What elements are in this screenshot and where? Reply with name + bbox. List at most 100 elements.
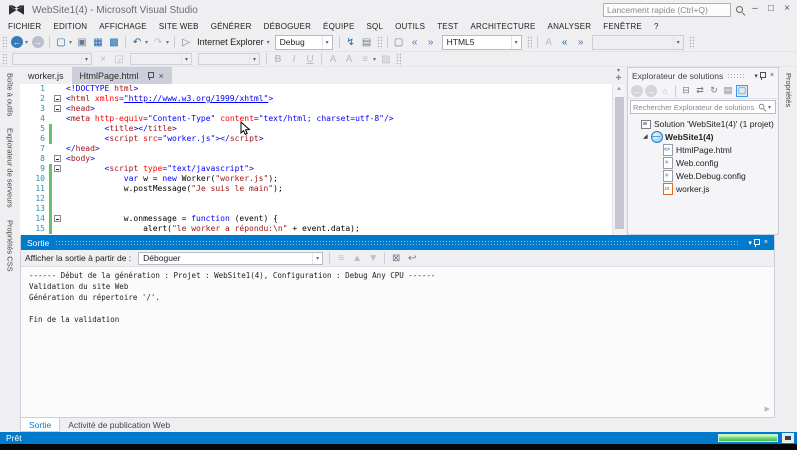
home-icon[interactable]: ⌂ xyxy=(659,85,671,97)
clear-all-icon[interactable]: ⊠ xyxy=(389,251,403,265)
pin-icon[interactable] xyxy=(752,238,760,248)
toolbar-grip[interactable] xyxy=(2,52,7,66)
tree-item-website1-4[interactable]: ◢ WebSite1(4) xyxy=(628,130,778,143)
search-icon[interactable] xyxy=(735,5,745,15)
menu-analyser[interactable]: ANALYSER xyxy=(542,22,598,31)
background-color-icon[interactable]: A xyxy=(342,52,356,66)
toolbar-grip[interactable] xyxy=(376,35,382,49)
editor-vertical-scrollbar[interactable]: ▲ xyxy=(612,84,625,235)
navigate-backward-tag-icon[interactable]: « xyxy=(408,35,422,49)
tree-item-web-config[interactable]: Web.config xyxy=(628,156,778,169)
code-editor[interactable]: 1 <!DOCTYPE html> 2 <html xmlns="http://www… xyxy=(20,84,612,235)
menu-outils[interactable]: OUTILS xyxy=(389,22,431,31)
tree-item-web-debug-config[interactable]: Web.Debug.config xyxy=(628,169,778,182)
menu-site-web[interactable]: SITE WEB xyxy=(153,22,205,31)
maximize-button[interactable]: □ xyxy=(763,0,779,18)
panel-tab-activit-de-publication-web[interactable]: Activité de publication Web xyxy=(60,418,178,432)
menu-g-n-rer[interactable]: GÉNÉRER xyxy=(205,22,258,31)
bold-icon[interactable]: B xyxy=(271,52,285,66)
tree-item-worker-js[interactable]: worker.js xyxy=(628,182,778,195)
add-item-icon[interactable]: ▣ xyxy=(75,35,89,49)
search-options-caret-icon[interactable]: ▾ xyxy=(768,104,771,111)
nav-back-icon[interactable]: ← xyxy=(11,36,23,48)
pin-icon[interactable] xyxy=(758,71,766,81)
fold-collapse-icon[interactable] xyxy=(54,155,61,162)
css-style-combo[interactable]: ▾ xyxy=(12,53,92,65)
surround-with-tag-icon[interactable]: « xyxy=(558,35,572,49)
menu-sql[interactable]: SQL xyxy=(360,22,389,31)
refresh-icon[interactable]: ↻ xyxy=(708,85,720,97)
se-forward-icon[interactable]: → xyxy=(645,84,657,97)
menu-architecture[interactable]: ARCHITECTURE xyxy=(464,22,541,31)
save-icon[interactable]: ▦ xyxy=(91,35,105,49)
attach-process-icon[interactable]: ↯ xyxy=(344,35,358,49)
menu-fichier[interactable]: FICHIER xyxy=(2,22,47,31)
next-message-icon[interactable]: ▼ xyxy=(366,251,380,265)
menu-test[interactable]: TEST xyxy=(431,22,464,31)
active-files-caret-icon[interactable]: ▾ xyxy=(617,67,620,74)
split-handle-icon[interactable]: ✚ xyxy=(616,74,622,82)
panel-tab-sortie[interactable]: Sortie xyxy=(20,418,61,432)
highlight-icon[interactable]: ▨ xyxy=(379,52,393,66)
dropdown-caret-icon[interactable]: ▾ xyxy=(267,39,270,46)
alignment-icon[interactable]: ≡ xyxy=(358,52,372,66)
find-message-icon[interactable]: ≡ xyxy=(334,251,348,265)
show-all-files-icon[interactable]: ▤ xyxy=(722,85,734,97)
expander-icon[interactable]: ◢ xyxy=(643,133,651,140)
clear-styles-icon[interactable]: × xyxy=(96,52,110,66)
italic-icon[interactable]: I xyxy=(287,52,301,66)
sync-active-document-icon[interactable]: ⇄ xyxy=(694,85,706,97)
dropdown-caret-icon[interactable]: ▾ xyxy=(373,56,376,63)
se-back-icon[interactable]: ← xyxy=(631,84,643,97)
close-icon[interactable]: × xyxy=(770,72,774,79)
tool-tab-bo-te-outils[interactable]: Boîte à outils xyxy=(4,67,17,122)
start-debug-icon[interactable]: ▷ xyxy=(179,35,193,49)
redo-icon[interactable]: ↷ xyxy=(151,35,165,49)
font-family-combo[interactable]: ▾ xyxy=(130,53,192,65)
menu-fen-tre[interactable]: FENÊTRE xyxy=(597,22,648,31)
toolbar-grip[interactable] xyxy=(2,35,7,49)
dropdown-caret-icon[interactable]: ▾ xyxy=(25,39,28,46)
word-wrap-icon[interactable]: ↩ xyxy=(405,251,419,265)
menu-affichage[interactable]: AFFICHAGE xyxy=(93,22,153,31)
format-document-icon[interactable]: A xyxy=(542,35,556,49)
navigate-forward-tag-icon[interactable]: » xyxy=(424,35,438,49)
menu-edition[interactable]: EDITION xyxy=(47,22,93,31)
nav-forward-icon[interactable]: → xyxy=(32,36,45,48)
fold-collapse-icon[interactable] xyxy=(54,95,61,102)
undo-icon[interactable]: ↶ xyxy=(130,35,144,49)
tree-item-htmlpage-html[interactable]: HtmlPage.html xyxy=(628,143,778,156)
tool-tab-explorateur-de-serveurs[interactable]: Explorateur de serveurs xyxy=(4,122,17,214)
output-text-area[interactable]: ------ Début de la génération : Projet :… xyxy=(21,267,774,416)
font-color-icon[interactable]: A xyxy=(326,52,340,66)
font-size-combo[interactable]: ▾ xyxy=(198,53,260,65)
pin-icon[interactable] xyxy=(146,71,154,81)
browser-target-label[interactable]: Internet Explorer xyxy=(197,37,264,47)
toolbox-icon[interactable]: ▤ xyxy=(360,35,374,49)
target-rule-icon[interactable]: ◲ xyxy=(112,52,126,66)
solution-explorer-header[interactable]: Explorateur de solutions ▾ × xyxy=(628,68,778,83)
browser-link-combo[interactable]: ▾ xyxy=(591,34,684,50)
dropdown-caret-icon[interactable]: ▾ xyxy=(166,39,169,46)
close-icon[interactable]: × xyxy=(764,239,768,246)
fold-collapse-icon[interactable] xyxy=(54,105,61,112)
tool-tab-propri-t-s[interactable]: Propriétés xyxy=(782,67,795,113)
previous-message-icon[interactable]: ▲ xyxy=(350,251,364,265)
underline-icon[interactable]: U xyxy=(303,52,317,66)
preview-selected-items-icon[interactable]: ▢ xyxy=(736,84,748,97)
toolbar-grip[interactable] xyxy=(688,35,694,49)
document-tab-worker-js[interactable]: worker.js xyxy=(20,67,72,84)
close-button[interactable]: × xyxy=(779,0,795,18)
new-file-icon[interactable]: ▢ xyxy=(54,35,68,49)
scroll-right-icon[interactable]: ▶ xyxy=(765,405,770,413)
tree-item-solution-website1-4-1-projet[interactable]: Solution 'WebSite1(4)' (1 projet) xyxy=(628,117,778,130)
fold-collapse-icon[interactable] xyxy=(54,165,61,172)
publish-monitor-icon[interactable] xyxy=(782,433,794,443)
toolbar-grip[interactable] xyxy=(526,35,532,49)
output-source-combo[interactable]: Déboguer ▾ xyxy=(138,251,324,265)
dropdown-caret-icon[interactable]: ▾ xyxy=(145,39,148,46)
tool-tab-propri-t-s-css[interactable]: Propriétés CSS xyxy=(4,214,17,278)
dropdown-caret-icon[interactable]: ▾ xyxy=(69,39,72,46)
scrollbar-thumb[interactable] xyxy=(615,97,624,229)
doctype-combo[interactable]: HTML5 ▾ xyxy=(441,34,522,50)
